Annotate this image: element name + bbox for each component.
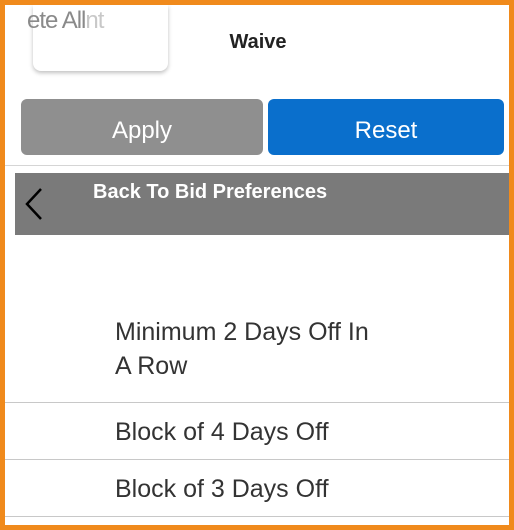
list-item-min-2-days-off[interactable]: Minimum 2 Days Off In A Row [5,235,509,403]
preference-list: Minimum 2 Days Off In A Row Block of 4 D… [5,235,509,517]
action-buttons: Apply Reset [5,85,509,166]
back-to-bid-preferences[interactable]: Back To Bid Preferences [15,173,509,235]
chevron-left-icon [25,188,42,220]
list-item-label: Block of 4 Days Off [115,418,329,446]
delete-all-card[interactable]: ete Allnt [27,5,168,71]
waive-title[interactable]: Waive [173,31,343,54]
list-item-label-line1: Minimum 2 Days Off In [115,318,369,346]
list-item-label-line2: A Row [115,352,188,380]
delete-all-text-faded: nt [85,7,104,34]
delete-all-text: ete All [27,7,86,34]
list-item-block-3-days-off[interactable]: Block of 3 Days Off [5,460,509,517]
reset-button[interactable]: Reset [268,99,504,155]
apply-button[interactable]: Apply [21,99,263,155]
list-item-label: Block of 3 Days Off [115,475,329,503]
app-frame: ete Allnt Waive Apply Reset Back To Bid … [0,0,514,530]
top-bar: ete Allnt Waive [5,5,509,86]
back-label: Back To Bid Preferences [93,181,328,203]
list-item-block-4-days-off[interactable]: Block of 4 Days Off [5,403,509,460]
delete-all-label: ete Allnt [27,7,104,35]
